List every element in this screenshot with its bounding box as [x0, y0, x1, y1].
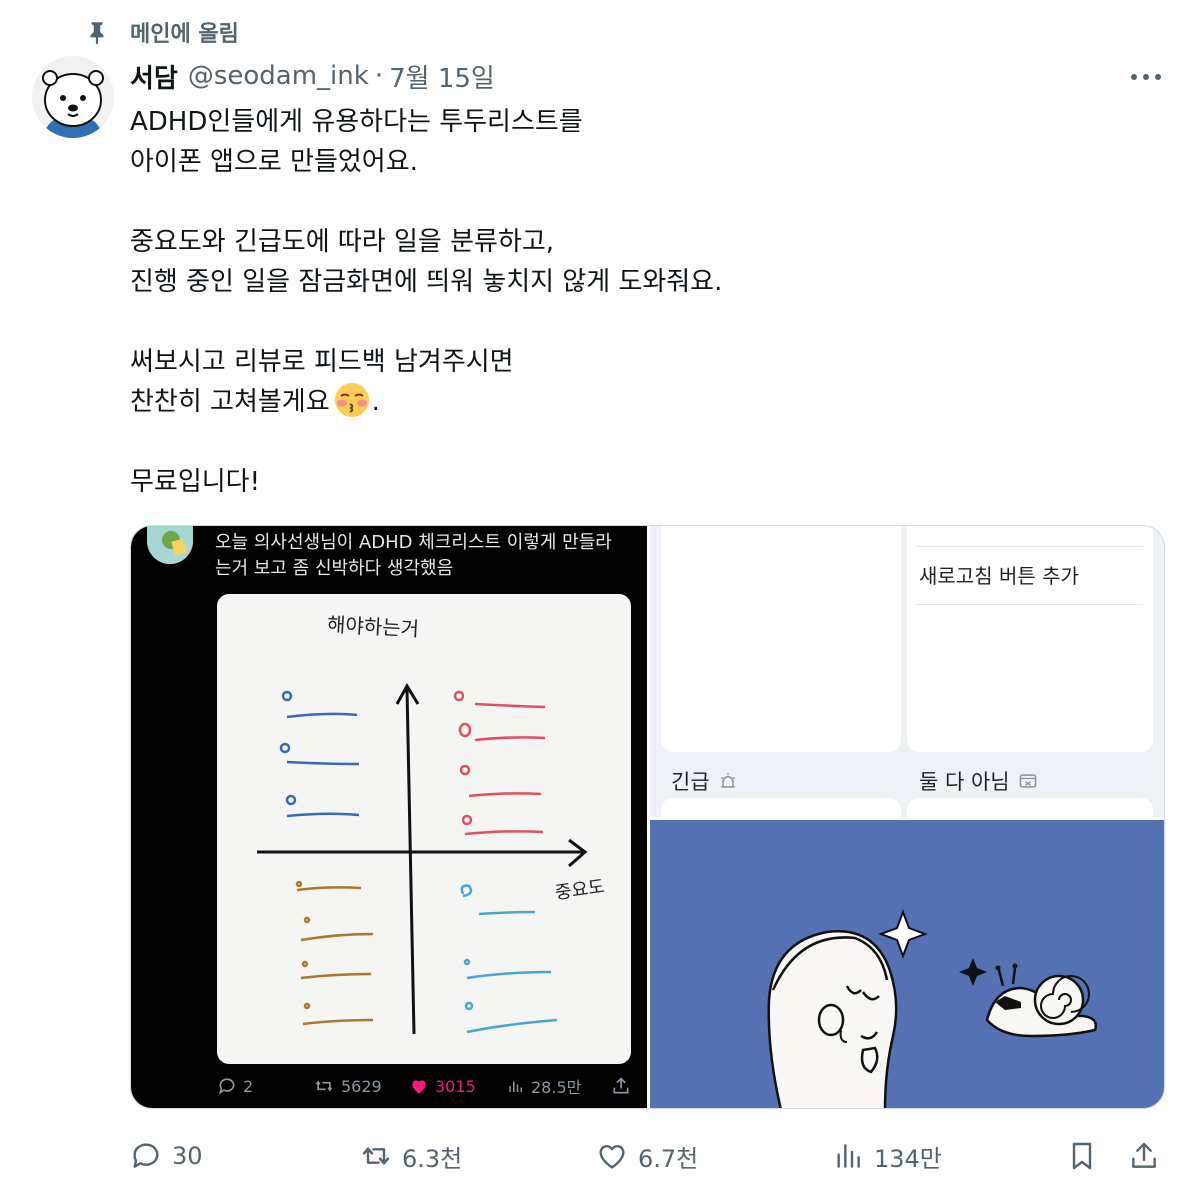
reply-button[interactable]: 30 [130, 1134, 203, 1178]
screenshot-replies-count: 2 [243, 1076, 254, 1096]
screenshot-views-count: 28.5만 [531, 1078, 582, 1097]
text-line-with-emoji: 찬찬히 고쳐볼게요 . [130, 382, 1160, 422]
like-count[interactable]: 6.7천 [638, 1139, 698, 1174]
quadrant-panel [661, 526, 901, 752]
avatar[interactable] [32, 56, 114, 138]
views-button[interactable]: 134만 [832, 1134, 942, 1178]
views-icon [509, 1081, 522, 1092]
screenshot-likes-count: 3015 [435, 1076, 476, 1096]
text-line: 써보시고 리뷰로 피드백 남겨주시면 [130, 347, 514, 377]
screenshot-avatar [147, 526, 193, 564]
screenshot-text: 오늘 의사선생님이 ADHD 체크리스트 이렇게 만들라 는거 보고 좀 신박하… [215, 530, 635, 582]
note-axis-label: 중요도 [554, 876, 606, 904]
more-options-button[interactable] [1126, 62, 1166, 92]
tweet-date[interactable]: 7월 15일 [389, 58, 495, 95]
like-button[interactable]: 6.7천 [596, 1134, 698, 1178]
screenshot-likes: 3015 [409, 1074, 476, 1098]
screenshot-replies: 2 [217, 1074, 253, 1098]
handwritten-note-image: 해야하는거 중요도 [217, 594, 631, 1064]
screenshot-text-line: 는거 보고 좀 신박하다 생각했음 [215, 558, 454, 579]
views-icon [837, 1144, 860, 1168]
task-item: 새로고침 버튼 추가 [919, 564, 1079, 588]
share-icon [613, 1077, 629, 1094]
text-line: 중요도와 긴급도에 따라 일을 분류하고, [130, 227, 555, 257]
repost-icon [362, 1147, 390, 1165]
reply-icon [219, 1078, 235, 1095]
heart-filled-icon [412, 1080, 426, 1094]
text-line: 진행 중인 일을 잠금화면에 띄워 놓치지 않게 도와줘요. [130, 267, 723, 297]
author-name[interactable]: 서담 [130, 58, 178, 95]
bookmark-button[interactable] [1066, 1134, 1098, 1178]
media-screenshot[interactable]: 오늘 의사선생님이 ADHD 체크리스트 이렇게 만들라 는거 보고 좀 신박하… [131, 526, 649, 1108]
kissing-face-emoji-icon [334, 383, 369, 417]
heart-icon [599, 1144, 625, 1169]
section-urgent-label: 긴급 [671, 770, 710, 794]
share-button[interactable] [1128, 1134, 1160, 1178]
section-urgent: 긴급 [671, 766, 738, 796]
views-count: 134만 [874, 1144, 942, 1173]
author-handle[interactable]: @seodam_ink [188, 61, 369, 91]
pin-icon [90, 22, 104, 44]
screenshot-reposts-count: 5629 [341, 1076, 382, 1096]
repost-count[interactable]: 6.3천 [402, 1139, 462, 1174]
section-neither-label: 둘 다 아님 [919, 770, 1010, 794]
more-icon [1131, 74, 1161, 80]
pinned-label: 메인에 올림 [130, 22, 239, 47]
repost-icon [315, 1080, 333, 1092]
pinned-indicator: 메인에 올림 [84, 16, 239, 48]
screenshot-views: 28.5만 [507, 1074, 581, 1098]
reply-count: 30 [172, 1142, 203, 1170]
text-line: 아이폰 앱으로 만들었어요. [130, 147, 418, 177]
text-period: . [371, 387, 380, 417]
tweet-header: 서담 @seodam_ink · 7월 15일 [130, 58, 495, 94]
screenshot-text-line: 오늘 의사선생님이 ADHD 체크리스트 이렇게 만들라 [215, 532, 612, 553]
text-line: 찬찬히 고쳐볼게요 [130, 387, 330, 417]
tweet-action-bar: 30 6.3천 6.7천 134만 [130, 1134, 1166, 1178]
reply-icon [133, 1143, 159, 1168]
share-icon [1132, 1142, 1156, 1168]
media-illustration[interactable] [649, 820, 1164, 1108]
screenshot-share [611, 1074, 631, 1098]
section-neither: 둘 다 아님 [919, 766, 1038, 796]
quadrant-panel: 새로고침 버튼 추가 [907, 526, 1153, 752]
media-app-screenshot[interactable]: 새로고침 버튼 추가 긴급 둘 다 아님 [649, 526, 1164, 838]
note-title: 해야하는거 [326, 612, 419, 641]
text-line: 무료입니다! [130, 467, 261, 497]
text-line: ADHD인들에게 유용하다는 투두리스트를 [130, 107, 583, 137]
screenshot-reposts: 5629 [313, 1074, 382, 1098]
repost-button[interactable]: 6.3천 [360, 1134, 462, 1178]
bookmark-icon [1072, 1142, 1092, 1170]
separator: · [374, 61, 384, 91]
screenshot-action-bar: 2 5629 3015 28.5만 [217, 1074, 629, 1098]
archive-icon [1019, 774, 1036, 788]
media-grid: 오늘 의사선생님이 ADHD 체크리스트 이렇게 만들라 는거 보고 좀 신박하… [130, 525, 1165, 1109]
siren-icon [720, 773, 735, 788]
tweet-text: ADHD인들에게 유용하다는 투두리스트를 아이폰 앱으로 만들었어요. 중요도… [130, 102, 1160, 502]
